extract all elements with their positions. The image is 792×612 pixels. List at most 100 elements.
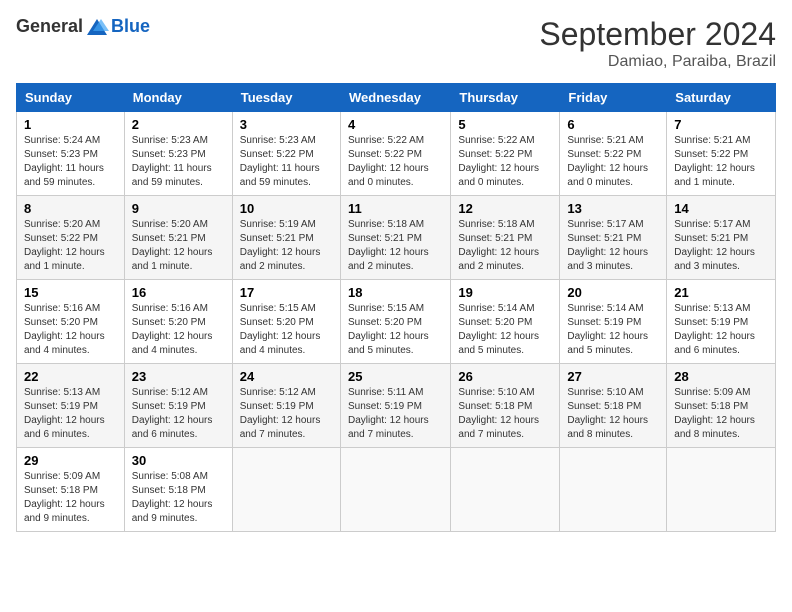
day-number: 17: [240, 285, 333, 300]
calendar-week-row: 15 Sunrise: 5:16 AMSunset: 5:20 PMDayligh…: [17, 280, 776, 364]
calendar-cell: 12 Sunrise: 5:18 AMSunset: 5:21 PMDayligh…: [451, 196, 560, 280]
day-info: Sunrise: 5:14 AMSunset: 5:20 PMDaylight:…: [458, 302, 552, 358]
calendar-cell: 5Sunrise: 5:22 AMSunset: 5:22 PMDaylight…: [451, 112, 560, 196]
day-info: Sunrise: 5:16 AMSunset: 5:20 PMDaylight:…: [24, 302, 117, 358]
calendar-header-saturday: Saturday: [667, 84, 776, 112]
day-number: 4: [348, 117, 443, 132]
calendar-cell: 8Sunrise: 5:20 AMSunset: 5:22 PMDaylight…: [17, 196, 125, 280]
calendar-cell: 27Sunrise: 5:10 AMSunset: 5:18 PMDayligh…: [560, 364, 667, 448]
day-number: 26: [458, 369, 552, 384]
calendar-cell: 21Sunrise: 5:13 AMSunset: 5:19 PMDayligh…: [667, 280, 776, 364]
day-info: Sunrise: 5:16 AMSunset: 5:20 PMDaylight:…: [132, 302, 225, 358]
calendar-header-thursday: Thursday: [451, 84, 560, 112]
calendar-header-row: SundayMondayTuesdayWednesdayThursdayFrid…: [17, 84, 776, 112]
calendar-cell: 2Sunrise: 5:23 AMSunset: 5:23 PMDaylight…: [124, 112, 232, 196]
day-info: Sunrise: 5:12 AMSunset: 5:19 PMDaylight:…: [240, 386, 333, 442]
day-number: 6: [567, 117, 659, 132]
day-number: 21: [674, 285, 768, 300]
day-info: Sunrise: 5:19 AMSunset: 5:21 PMDaylight:…: [240, 218, 333, 274]
calendar-cell: 11 Sunrise: 5:18 AMSunset: 5:21 PMDayligh…: [340, 196, 450, 280]
day-number: 29: [24, 453, 117, 468]
day-info: Sunrise: 5:21 AMSunset: 5:22 PMDaylight:…: [674, 134, 768, 190]
calendar-cell: 9 Sunrise: 5:20 AMSunset: 5:21 PMDaylight…: [124, 196, 232, 280]
calendar-cell: 4 Sunrise: 5:22 AMSunset: 5:22 PMDaylight…: [340, 112, 450, 196]
day-info: Sunrise: 5:08 AMSunset: 5:18 PMDaylight:…: [132, 470, 225, 526]
day-number: 11: [348, 201, 443, 216]
day-number: 13: [567, 201, 659, 216]
day-info: Sunrise: 5:24 AMSunset: 5:23 PMDaylight:…: [24, 134, 117, 190]
day-number: 2: [132, 117, 225, 132]
day-info: Sunrise: 5:09 AMSunset: 5:18 PMDaylight:…: [24, 470, 117, 526]
day-number: 24: [240, 369, 333, 384]
calendar-header-monday: Monday: [124, 84, 232, 112]
day-info: Sunrise: 5:14 AMSunset: 5:19 PMDaylight:…: [567, 302, 659, 358]
calendar-cell: 20Sunrise: 5:14 AMSunset: 5:19 PMDayligh…: [560, 280, 667, 364]
calendar-cell: 17Sunrise: 5:15 AMSunset: 5:20 PMDayligh…: [232, 280, 340, 364]
day-info: Sunrise: 5:18 AMSunset: 5:21 PMDaylight:…: [458, 218, 552, 274]
calendar-cell: 16 Sunrise: 5:16 AMSunset: 5:20 PMDayligh…: [124, 280, 232, 364]
calendar-cell: 28 Sunrise: 5:09 AMSunset: 5:18 PMDayligh…: [667, 364, 776, 448]
calendar-cell: [560, 448, 667, 532]
calendar-cell: 23 Sunrise: 5:12 AMSunset: 5:19 PMDayligh…: [124, 364, 232, 448]
day-info: Sunrise: 5:13 AMSunset: 5:19 PMDaylight:…: [24, 386, 117, 442]
day-number: 1: [24, 117, 117, 132]
day-number: 16: [132, 285, 225, 300]
day-number: 23: [132, 369, 225, 384]
calendar-week-row: 29 Sunrise: 5:09 AMSunset: 5:18 PMDayligh…: [17, 448, 776, 532]
calendar-cell: 19 Sunrise: 5:14 AMSunset: 5:20 PMDayligh…: [451, 280, 560, 364]
calendar-body: 1 Sunrise: 5:24 AMSunset: 5:23 PMDaylight…: [17, 112, 776, 532]
day-info: Sunrise: 5:17 AMSunset: 5:21 PMDaylight:…: [567, 218, 659, 274]
day-number: 14: [674, 201, 768, 216]
calendar-cell: 18 Sunrise: 5:15 AMSunset: 5:20 PMDayligh…: [340, 280, 450, 364]
calendar-cell: [232, 448, 340, 532]
calendar-cell: [340, 448, 450, 532]
day-info: Sunrise: 5:12 AMSunset: 5:19 PMDaylight:…: [132, 386, 225, 442]
day-info: Sunrise: 5:18 AMSunset: 5:21 PMDaylight:…: [348, 218, 443, 274]
day-info: Sunrise: 5:17 AMSunset: 5:21 PMDaylight:…: [674, 218, 768, 274]
calendar-cell: [667, 448, 776, 532]
calendar-cell: 24 Sunrise: 5:12 AMSunset: 5:19 PMDayligh…: [232, 364, 340, 448]
day-number: 18: [348, 285, 443, 300]
calendar-cell: 25 Sunrise: 5:11 AMSunset: 5:19 PMDayligh…: [340, 364, 450, 448]
calendar-cell: 22Sunrise: 5:13 AMSunset: 5:19 PMDayligh…: [17, 364, 125, 448]
month-title: September 2024: [539, 16, 776, 53]
calendar-cell: [451, 448, 560, 532]
calendar-cell: 26Sunrise: 5:10 AMSunset: 5:18 PMDayligh…: [451, 364, 560, 448]
day-info: Sunrise: 5:15 AMSunset: 5:20 PMDaylight:…: [348, 302, 443, 358]
calendar-table: SundayMondayTuesdayWednesdayThursdayFrid…: [16, 83, 776, 532]
day-info: Sunrise: 5:20 AMSunset: 5:22 PMDaylight:…: [24, 218, 117, 274]
logo: General Blue: [16, 16, 150, 37]
day-number: 12: [458, 201, 552, 216]
calendar-header-sunday: Sunday: [17, 84, 125, 112]
calendar-week-row: 22Sunrise: 5:13 AMSunset: 5:19 PMDayligh…: [17, 364, 776, 448]
location: Damiao, Paraiba, Brazil: [539, 53, 776, 71]
calendar-week-row: 8Sunrise: 5:20 AMSunset: 5:22 PMDaylight…: [17, 196, 776, 280]
day-number: 10: [240, 201, 333, 216]
day-number: 30: [132, 453, 225, 468]
day-info: Sunrise: 5:22 AMSunset: 5:22 PMDaylight:…: [348, 134, 443, 190]
logo-general-text: General: [16, 16, 83, 37]
calendar-header-friday: Friday: [560, 84, 667, 112]
day-info: Sunrise: 5:20 AMSunset: 5:21 PMDaylight:…: [132, 218, 225, 274]
page-header: General Blue September 2024 Damiao, Para…: [16, 16, 776, 71]
calendar-cell: 29 Sunrise: 5:09 AMSunset: 5:18 PMDayligh…: [17, 448, 125, 532]
day-number: 27: [567, 369, 659, 384]
day-number: 9: [132, 201, 225, 216]
calendar-cell: 1 Sunrise: 5:24 AMSunset: 5:23 PMDaylight…: [17, 112, 125, 196]
calendar-cell: 30 Sunrise: 5:08 AMSunset: 5:18 PMDayligh…: [124, 448, 232, 532]
day-number: 3: [240, 117, 333, 132]
day-number: 5: [458, 117, 552, 132]
day-number: 25: [348, 369, 443, 384]
day-info: Sunrise: 5:09 AMSunset: 5:18 PMDaylight:…: [674, 386, 768, 442]
calendar-week-row: 1 Sunrise: 5:24 AMSunset: 5:23 PMDaylight…: [17, 112, 776, 196]
calendar-cell: 14 Sunrise: 5:17 AMSunset: 5:21 PMDayligh…: [667, 196, 776, 280]
day-number: 15: [24, 285, 117, 300]
day-number: 19: [458, 285, 552, 300]
calendar-cell: 13 Sunrise: 5:17 AMSunset: 5:21 PMDayligh…: [560, 196, 667, 280]
calendar-cell: 6Sunrise: 5:21 AMSunset: 5:22 PMDaylight…: [560, 112, 667, 196]
calendar-cell: 15 Sunrise: 5:16 AMSunset: 5:20 PMDayligh…: [17, 280, 125, 364]
calendar-header-tuesday: Tuesday: [232, 84, 340, 112]
day-info: Sunrise: 5:11 AMSunset: 5:19 PMDaylight:…: [348, 386, 443, 442]
day-number: 28: [674, 369, 768, 384]
calendar-header-wednesday: Wednesday: [340, 84, 450, 112]
